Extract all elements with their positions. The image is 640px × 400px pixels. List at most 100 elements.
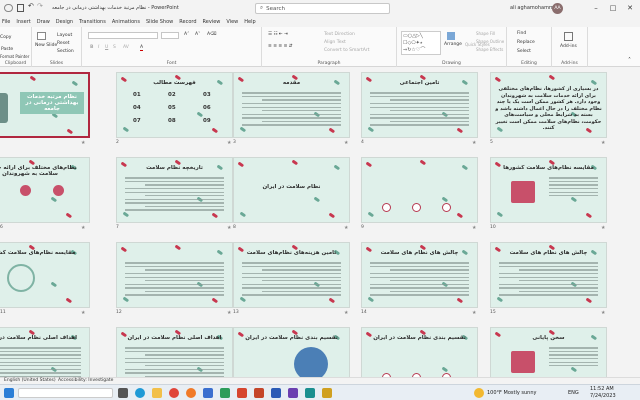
slide-thumbnail[interactable]: تقسیم بندی نظام سلامت در ایران bbox=[233, 327, 350, 377]
section-button[interactable]: Section bbox=[57, 49, 74, 54]
smartart-button[interactable]: Convert to SmartArt bbox=[324, 48, 369, 53]
char-spacing-icon[interactable]: AV bbox=[123, 45, 129, 50]
font-color-icon[interactable]: A bbox=[140, 45, 144, 51]
slide-thumbnail[interactable]: فهرست مطالب 01 02 03 04 05 06 07 08 09 bbox=[116, 72, 233, 138]
bullets-icon[interactable]: ☰ ☷ ⇤ ⇥ bbox=[268, 32, 288, 37]
undo-icon[interactable]: ↶ bbox=[28, 2, 34, 10]
app-icon-5[interactable] bbox=[305, 388, 315, 398]
align-text-button[interactable]: Align Text bbox=[324, 40, 346, 45]
firefox-icon[interactable] bbox=[186, 388, 196, 398]
avatar[interactable]: AA bbox=[552, 3, 563, 14]
layout-button[interactable]: Layout bbox=[57, 33, 72, 38]
replace-button[interactable]: Replace bbox=[517, 40, 535, 45]
slide-thumbnail[interactable]: چالش های نظام های سلامت bbox=[490, 242, 607, 308]
slide-thumbnail[interactable]: نظام‌های مختلف برای ارائه خدمات سلامت به… bbox=[0, 157, 90, 223]
close-icon[interactable]: ✕ bbox=[622, 3, 638, 14]
select-button[interactable]: Select bbox=[517, 49, 531, 54]
italic-icon[interactable]: I bbox=[98, 45, 99, 50]
find-button[interactable]: Find bbox=[517, 31, 526, 36]
save-icon[interactable] bbox=[17, 4, 24, 12]
slide-thumbnail[interactable] bbox=[116, 242, 233, 308]
slide-thumbnail[interactable]: مقایسه نظام‌های سلامت کشورها bbox=[0, 242, 90, 308]
maximize-icon[interactable]: □ bbox=[605, 3, 621, 14]
slide-thumbnail[interactable]: سخن پایانی bbox=[490, 327, 607, 377]
language-indicator[interactable]: English (United States) bbox=[4, 378, 56, 383]
new-slide-button[interactable]: New Slide bbox=[35, 43, 57, 48]
underline-icon[interactable]: U bbox=[105, 45, 108, 50]
text-line bbox=[125, 209, 224, 211]
slide-thumbnail[interactable]: تامین اجتماعی bbox=[361, 72, 478, 138]
minimize-icon[interactable]: – bbox=[588, 3, 604, 14]
word-icon[interactable] bbox=[271, 388, 281, 398]
shape-fill-button[interactable]: Shape Fill bbox=[476, 31, 495, 36]
transition-star-icon: ★ bbox=[81, 225, 86, 231]
slide-thumbnail[interactable]: نظام مرتبه خدمات بهداشتی درمانی در جامعه bbox=[0, 72, 90, 138]
font-size-combo[interactable] bbox=[161, 32, 179, 39]
tab-view[interactable]: View bbox=[226, 19, 238, 25]
slide-thumbnail[interactable]: چالش های نظام های سلامت bbox=[361, 242, 478, 308]
weather-text[interactable]: 100°F Mostly sunny bbox=[487, 390, 536, 396]
tab-transitions[interactable]: Transitions bbox=[79, 19, 106, 25]
slide-thumbnail[interactable]: مقدمه bbox=[233, 72, 350, 138]
reset-button[interactable]: Reset bbox=[57, 41, 70, 46]
redo-icon[interactable]: ↷ bbox=[37, 2, 43, 10]
arrange-button[interactable]: Arrange bbox=[444, 42, 462, 47]
slide-thumbnail[interactable]: تاریخچه نظام سلامت bbox=[116, 157, 233, 223]
slide-thumbnail[interactable]: اهداف اصلی نظام سلامت در ایران bbox=[0, 327, 90, 377]
tab-record[interactable]: Record bbox=[179, 19, 196, 25]
clock-time[interactable]: 11:52 AM bbox=[590, 386, 614, 392]
taskbar-search[interactable] bbox=[18, 388, 113, 398]
accessibility-indicator[interactable]: Accessibility: Investigate bbox=[58, 378, 113, 383]
app-icon-4[interactable] bbox=[288, 388, 298, 398]
shape-effects-button[interactable]: Shape Effects bbox=[476, 47, 503, 52]
copy-button[interactable]: Copy bbox=[0, 35, 11, 40]
input-language[interactable]: ENG bbox=[568, 390, 579, 396]
slide-number: 10 bbox=[490, 225, 496, 230]
slide-thumbnail[interactable] bbox=[361, 157, 478, 223]
slide-thumbnail[interactable]: اهداف اصلی نظام سلامت در ایران bbox=[116, 327, 233, 377]
tab-help[interactable]: Help bbox=[244, 19, 255, 25]
slide-thumbnail[interactable]: تامین هزینه‌های نظام‌های سلامت bbox=[233, 242, 350, 308]
app-icon-2[interactable] bbox=[220, 388, 230, 398]
tab-draw[interactable]: Draw bbox=[37, 19, 50, 25]
shapes-gallery[interactable]: ▭○△▷╲ ☐◇⬠✦⭑ ⇒↻☆♡⌒ bbox=[401, 31, 441, 55]
font-family-combo[interactable] bbox=[88, 32, 158, 39]
font-grow-icon[interactable]: A˄ bbox=[184, 32, 189, 37]
windows-start-icon[interactable] bbox=[4, 388, 14, 398]
tab-animations[interactable]: Animations bbox=[112, 19, 140, 25]
collapse-ribbon-icon[interactable]: ˄ bbox=[628, 57, 631, 64]
tab-review[interactable]: Review bbox=[203, 19, 221, 25]
font-shrink-icon[interactable]: A˅ bbox=[195, 32, 200, 37]
addins-button[interactable]: Add-ins bbox=[560, 44, 577, 49]
paste-button[interactable]: Paste bbox=[1, 47, 13, 52]
tab-slide-show[interactable]: Slide Show bbox=[146, 19, 173, 25]
tab-design[interactable]: Design bbox=[56, 19, 73, 25]
strikethrough-icon[interactable]: S bbox=[113, 45, 116, 50]
task-view-icon[interactable] bbox=[118, 388, 128, 398]
tab-insert[interactable]: Insert bbox=[16, 19, 30, 25]
app-icon-1[interactable] bbox=[203, 388, 213, 398]
file-explorer-icon[interactable] bbox=[152, 388, 162, 398]
clock-date[interactable]: 7/24/2023 bbox=[590, 393, 616, 399]
app-icon-6[interactable] bbox=[322, 388, 332, 398]
powerpoint-icon[interactable] bbox=[254, 388, 264, 398]
bold-icon[interactable]: B bbox=[90, 45, 93, 50]
text-direction-button[interactable]: Text Direction bbox=[324, 32, 355, 37]
edge-icon[interactable] bbox=[135, 388, 145, 398]
slide-thumbnail[interactable]: نظام سلامت در ایران bbox=[233, 157, 350, 223]
shape-outline-button[interactable]: Shape Outline bbox=[476, 39, 504, 44]
format-painter-button[interactable]: Format Painter bbox=[0, 54, 29, 59]
clear-format-icon[interactable]: A⌫ bbox=[207, 32, 216, 37]
tab-file[interactable]: File bbox=[2, 19, 10, 25]
slide-thumbnail[interactable]: تقسیم بندی نظام سلامت در ایران bbox=[361, 327, 478, 377]
slide-thumbnail[interactable]: در بسیاری از کشورها، نظام‌های مختلفی برا… bbox=[490, 72, 607, 138]
chrome-icon[interactable] bbox=[169, 388, 179, 398]
align-icons[interactable]: ≡ ≡ ≡ ≡ ⇵ bbox=[268, 44, 293, 49]
text-line bbox=[125, 283, 224, 286]
transition-star-icon: ★ bbox=[601, 225, 606, 231]
text-line bbox=[499, 276, 598, 278]
slide-thumbnail[interactable]: مقایسه نظام‌های سلامت کشورها bbox=[490, 157, 607, 223]
search-box[interactable]: ⌕ Search bbox=[255, 3, 390, 14]
app-icon-3[interactable] bbox=[237, 388, 247, 398]
autosave-icon[interactable] bbox=[4, 4, 13, 12]
